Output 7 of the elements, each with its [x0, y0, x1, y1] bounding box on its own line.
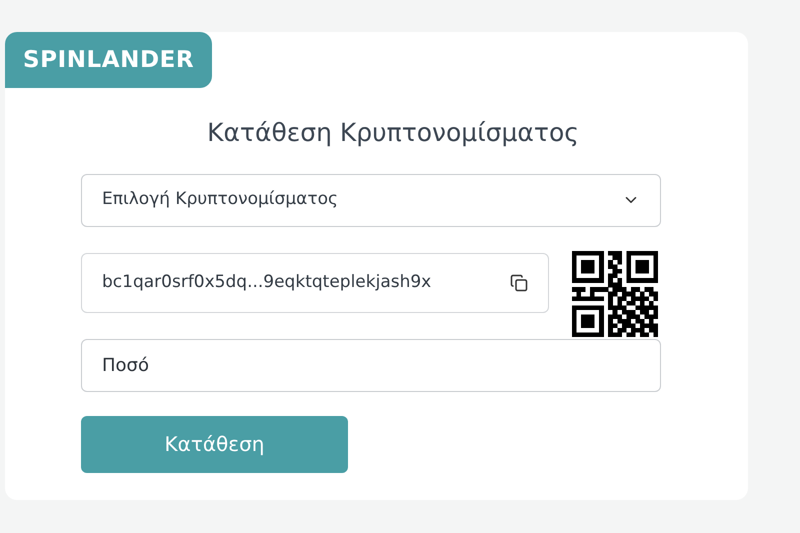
- amount-field[interactable]: Ποσό: [81, 338, 661, 392]
- address-field[interactable]: bc1qar0srf0x5dq...9eqktqteplekjash9x: [81, 252, 549, 312]
- page-title: Κατάθεση Κρυπτονομίσματος: [207, 117, 579, 149]
- currency-select[interactable]: Επιλογή Κρυπτονομίσματος: [81, 174, 661, 226]
- brand-badge: SPINLANDER: [5, 32, 212, 88]
- copy-icon[interactable]: [510, 274, 528, 292]
- qr-code-icon: [572, 250, 658, 336]
